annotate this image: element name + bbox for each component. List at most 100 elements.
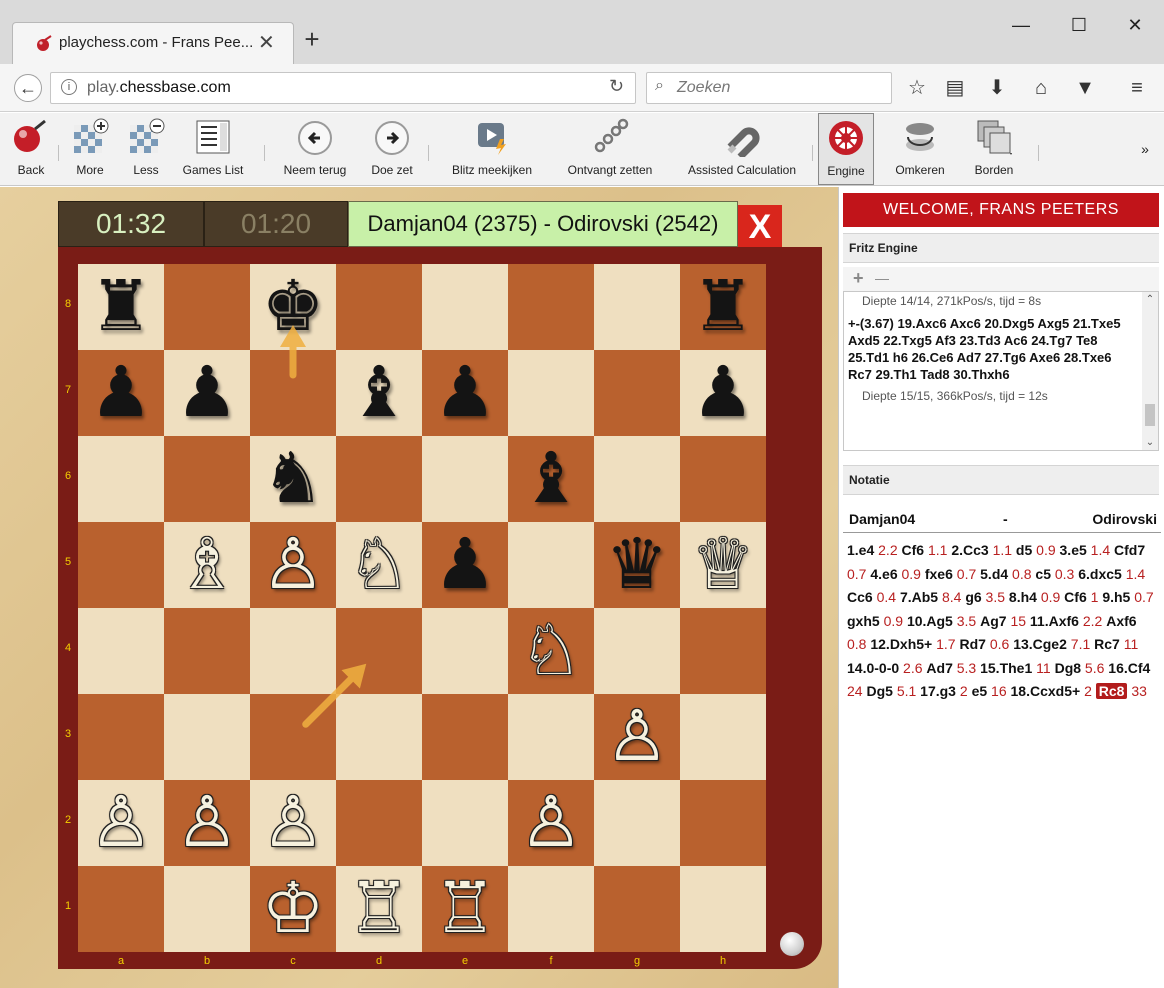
- black-pawn-e7[interactable]: ♟: [422, 350, 508, 436]
- add-engine-line-icon[interactable]: +: [853, 268, 864, 289]
- move[interactable]: Rc7: [1094, 636, 1120, 652]
- blitz-watch-button[interactable]: Blitz meekijken: [440, 113, 544, 186]
- square-d6[interactable]: [336, 436, 422, 522]
- square-h6[interactable]: [680, 436, 766, 522]
- flip-board-button[interactable]: Omkeren: [888, 113, 952, 186]
- less-button[interactable]: Less: [124, 113, 168, 186]
- reload-icon[interactable]: ↻: [609, 76, 624, 97]
- square-h3[interactable]: [680, 694, 766, 780]
- square-b1[interactable]: [164, 866, 250, 952]
- square-d8[interactable]: [336, 264, 422, 350]
- square-c3[interactable]: [250, 694, 336, 780]
- square-f3[interactable]: [508, 694, 594, 780]
- move[interactable]: 8.h4: [1009, 589, 1037, 605]
- tab-close-icon[interactable]: ✕: [258, 30, 275, 55]
- browser-back-icon[interactable]: ←: [14, 74, 42, 102]
- white-queen-h5[interactable]: ♕: [680, 522, 766, 608]
- white-rook-e1[interactable]: ♖: [422, 866, 508, 952]
- assisted-calculation-button[interactable]: Assisted Calculation: [676, 113, 808, 186]
- square-e2[interactable]: [422, 780, 508, 866]
- boards-button[interactable]: Borden: [960, 113, 1028, 186]
- move[interactable]: 18.Ccxd5+: [1011, 683, 1081, 699]
- home-icon[interactable]: ⌂: [1028, 75, 1054, 101]
- square-f5[interactable]: [508, 522, 594, 608]
- remove-engine-line-icon[interactable]: —: [875, 270, 889, 286]
- white-rook-d1[interactable]: ♖: [336, 866, 422, 952]
- square-a6[interactable]: [78, 436, 164, 522]
- move[interactable]: Dg8: [1055, 660, 1081, 676]
- square-d4[interactable]: [336, 608, 422, 694]
- move[interactable]: Cc6: [847, 589, 873, 605]
- black-bishop-f6[interactable]: ♝: [508, 436, 594, 522]
- move[interactable]: 17.g3: [920, 683, 956, 699]
- white-pawn-f2[interactable]: ♙: [508, 780, 594, 866]
- move[interactable]: 1.e4: [847, 542, 874, 558]
- scroll-up-icon[interactable]: ⌃: [1142, 294, 1158, 305]
- white-pawn-a2[interactable]: ♙: [78, 780, 164, 866]
- move[interactable]: Ad7: [926, 660, 952, 676]
- white-pawn-b2[interactable]: ♙: [164, 780, 250, 866]
- square-b4[interactable]: [164, 608, 250, 694]
- white-pawn-c5[interactable]: ♙: [250, 522, 336, 608]
- square-e4[interactable]: [422, 608, 508, 694]
- square-c4[interactable]: [250, 608, 336, 694]
- black-pawn-b7[interactable]: ♟: [164, 350, 250, 436]
- black-knight-c6[interactable]: ♞: [250, 436, 336, 522]
- move[interactable]: 11.Axf6: [1030, 613, 1079, 629]
- window-maximize-button[interactable]: ☐: [1056, 10, 1102, 40]
- scroll-down-icon[interactable]: ⌄: [1142, 437, 1158, 448]
- square-a3[interactable]: [78, 694, 164, 780]
- square-d3[interactable]: [336, 694, 422, 780]
- move[interactable]: e5: [972, 683, 988, 699]
- move[interactable]: 6.dxc5: [1078, 566, 1122, 582]
- take-back-button[interactable]: Neem terug: [276, 113, 354, 186]
- move[interactable]: 4.e6: [870, 566, 897, 582]
- square-f7[interactable]: [508, 350, 594, 436]
- move[interactable]: 14.0-0-0: [847, 660, 899, 676]
- move[interactable]: 5.d4: [980, 566, 1008, 582]
- move[interactable]: 9.h5: [1102, 589, 1130, 605]
- notation-moves[interactable]: 1.e4 2.2 Cf6 1.1 2.Cc3 1.1 d5 0.9 3.e5 1…: [847, 539, 1159, 704]
- move[interactable]: 10.Ag5: [907, 613, 953, 629]
- move[interactable]: gxh5: [847, 613, 880, 629]
- white-knight-f4[interactable]: ♘: [508, 608, 594, 694]
- black-pawn-e5[interactable]: ♟: [422, 522, 508, 608]
- black-rook-a8[interactable]: ♜: [78, 264, 164, 350]
- square-a1[interactable]: [78, 866, 164, 952]
- square-a5[interactable]: [78, 522, 164, 608]
- download-icon[interactable]: ⬇: [984, 75, 1010, 101]
- url-bar[interactable]: i play.chessbase.com ↻: [50, 72, 636, 104]
- square-g6[interactable]: [594, 436, 680, 522]
- black-king-c8[interactable]: ♚: [250, 264, 336, 350]
- move[interactable]: 7.Ab5: [900, 589, 938, 605]
- square-g2[interactable]: [594, 780, 680, 866]
- move[interactable]: 15.The1: [980, 660, 1032, 676]
- white-pawn-g3[interactable]: ♙: [594, 694, 680, 780]
- move[interactable]: 13.Cge2: [1013, 636, 1067, 652]
- move[interactable]: 16.Cf4: [1108, 660, 1150, 676]
- black-bishop-d7[interactable]: ♝: [336, 350, 422, 436]
- white-pawn-c2[interactable]: ♙: [250, 780, 336, 866]
- square-g7[interactable]: [594, 350, 680, 436]
- white-bishop-b5[interactable]: ♗: [164, 522, 250, 608]
- square-a4[interactable]: [78, 608, 164, 694]
- back-button[interactable]: Back: [8, 113, 54, 186]
- black-rook-h8[interactable]: ♜: [680, 264, 766, 350]
- current-move[interactable]: Rc8: [1095, 683, 1128, 699]
- chess-board[interactable]: ♜ ♚ ♜ ♟ ♟ ♝ ♟ ♟ ♞ ♝ ♗ ♙ ♘ ♟ ♛ ♕ ♘ ♙ ♙ ♙ ♙ ♙ ♔ ♖ ♖: [78, 264, 766, 952]
- engine-button[interactable]: Engine: [818, 113, 874, 185]
- move[interactable]: Cfd7: [1114, 542, 1145, 558]
- square-e6[interactable]: [422, 436, 508, 522]
- pocket-icon[interactable]: ▼: [1072, 75, 1098, 101]
- square-d2[interactable]: [336, 780, 422, 866]
- bookmark-star-icon[interactable]: ☆: [904, 75, 930, 101]
- black-pawn-a7[interactable]: ♟: [78, 350, 164, 436]
- move[interactable]: 2.Cc3: [951, 542, 988, 558]
- square-h4[interactable]: [680, 608, 766, 694]
- move[interactable]: fxe6: [925, 566, 953, 582]
- move[interactable]: Rd7: [959, 636, 985, 652]
- square-e3[interactable]: [422, 694, 508, 780]
- black-queen-g5[interactable]: ♛: [594, 522, 680, 608]
- new-tab-button[interactable]: +: [300, 24, 324, 54]
- window-minimize-button[interactable]: —: [998, 10, 1044, 40]
